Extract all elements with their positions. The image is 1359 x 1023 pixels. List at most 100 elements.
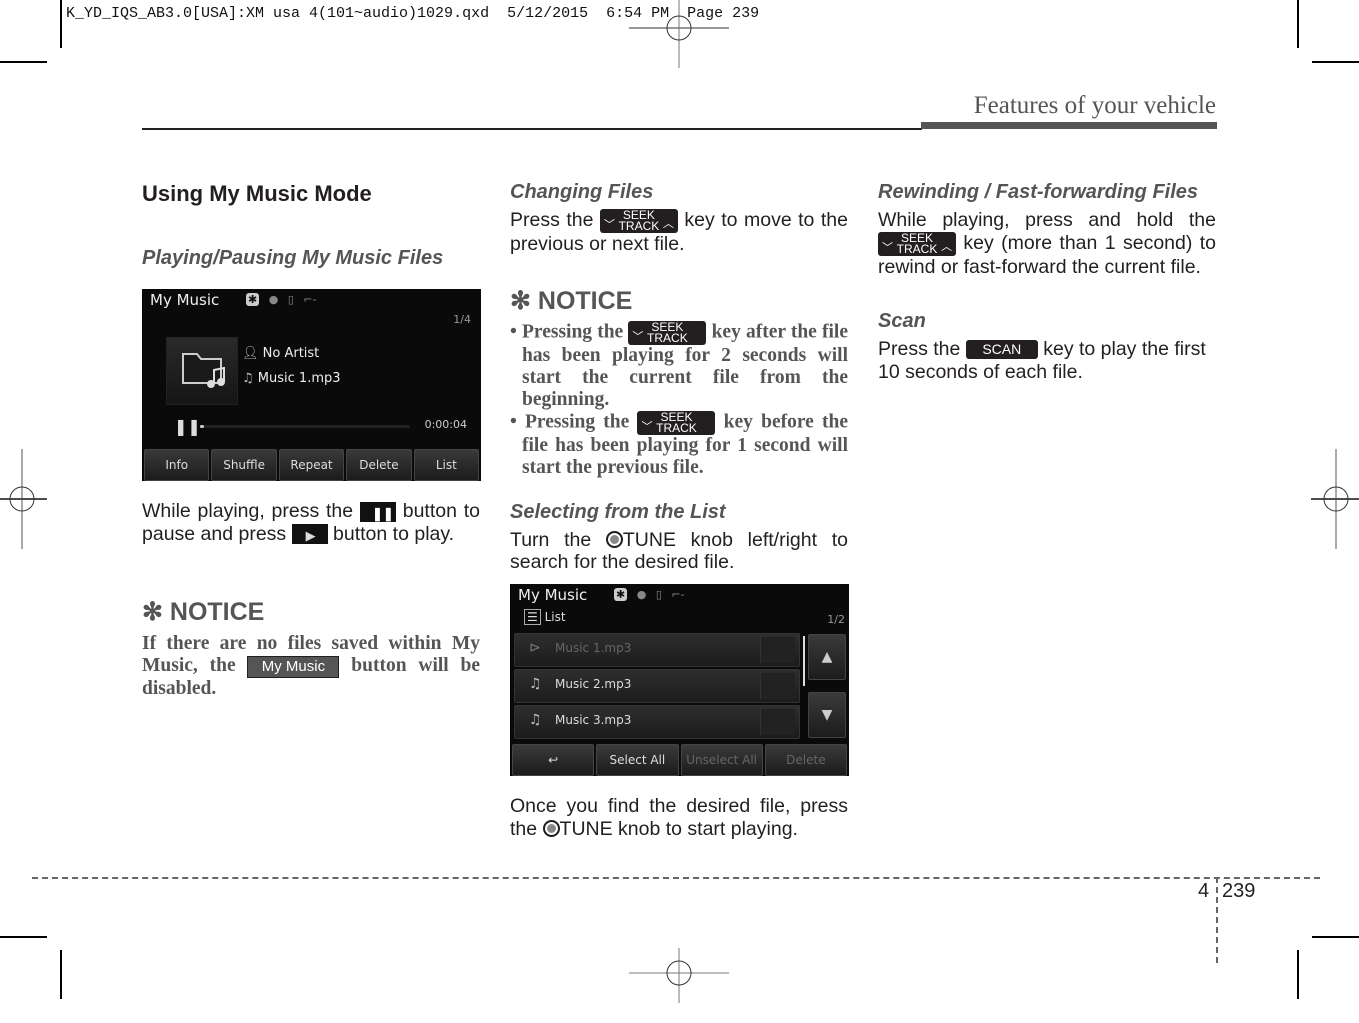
page-number: 239	[1222, 880, 1256, 902]
list-item-label: Music 3.mp3	[555, 713, 632, 727]
track-name: Music 1.mp3	[257, 371, 341, 386]
crop-mark	[1312, 936, 1359, 938]
crop-mark	[1312, 61, 1359, 63]
crop-mark	[60, 0, 62, 48]
pause-icon[interactable]: ❚❚	[174, 417, 201, 436]
registration-mark-icon	[629, 0, 729, 68]
person-icon: 👤︎	[242, 346, 259, 361]
screen-title: My Music	[150, 291, 220, 309]
registration-mark-icon	[1311, 449, 1359, 549]
footer-divider	[1216, 877, 1218, 963]
track-index: 1/4	[453, 313, 471, 326]
text: While playing, press the	[142, 500, 354, 522]
crop-mark	[0, 936, 47, 938]
delete-button[interactable]: Delete	[764, 744, 847, 776]
seek-track-key: ﹀ SEEK TRACK	[628, 320, 707, 345]
back-button[interactable]: ↩	[512, 744, 595, 776]
folder-music-icon	[182, 353, 225, 388]
checkbox[interactable]	[760, 709, 795, 735]
list-header: ☰ List	[524, 609, 566, 625]
changing-files-paragraph: Press the ﹀ SEEK TRACK ︿ key to move to the…	[510, 209, 848, 256]
tune-knob-icon	[605, 530, 623, 548]
unselect-all-button[interactable]: Unselect All	[680, 744, 763, 776]
list-label: List	[544, 610, 566, 624]
text: TUNE knob to start playing.	[559, 817, 798, 840]
subsection-heading: Selecting from the List	[510, 500, 726, 523]
column-2: Changing Files Press the ﹀ SEEK TRACK ︿ key…	[510, 181, 848, 574]
my-music-list-screen: My Music ✱ ● ▯ ⌐- ☰ List 1/2 ⊳ Music 1.m…	[510, 584, 849, 776]
list-item[interactable]: ⊳ Music 1.mp3	[514, 633, 800, 667]
notice-text: • Pressing the ﹀ SEEK TRACK key after the …	[510, 319, 849, 479]
chevron-up-icon: ︿	[662, 218, 674, 230]
column-3: Rewinding / Fast-forwarding Files While …	[878, 181, 1216, 383]
scan-paragraph: Press the SCAN key to play the first 10 …	[878, 338, 1216, 383]
chapter-number: 4	[1198, 880, 1210, 902]
my-music-playback-screen: My Music ✱ ● ▯ ⌐- 1/4 👤︎ No Artist ♫ Mus…	[142, 289, 481, 481]
header-rule-thick	[921, 122, 1217, 129]
aux-icon: ⌐-	[671, 588, 685, 601]
disc-icon: ●	[636, 588, 647, 601]
play-circle-icon: ⊳	[529, 640, 541, 656]
progress-fill	[200, 425, 205, 428]
select-all-button[interactable]: Select All	[596, 744, 679, 776]
running-head: Features of your vehicle	[973, 92, 1216, 119]
section-title: Using My Music Mode	[142, 181, 372, 206]
screen-title: My Music	[518, 586, 588, 604]
subsection-heading: Changing Files	[510, 181, 654, 203]
seek-track-key: ﹀ SEEK TRACK ︿	[878, 231, 956, 256]
playback-button-bar: Info Shuffle Repeat Delete List	[142, 449, 481, 481]
play-pause-paragraph: While playing, press the ❚❚ button to pa…	[142, 500, 480, 545]
list-button-bar: ↩ Select All Unselect All Delete	[510, 744, 849, 776]
rewind-paragraph: While playing, press and hold the ﹀ SEEK T…	[878, 209, 1216, 278]
crop-mark	[1297, 0, 1299, 48]
my-music-key: My Music	[247, 655, 340, 678]
delete-button[interactable]: Delete	[346, 449, 412, 481]
list-item[interactable]: ♫ Music 2.mp3	[514, 669, 800, 703]
list-item-label: Music 2.mp3	[555, 677, 632, 691]
scroll-up-button[interactable]: ▲	[808, 634, 846, 680]
notice-bullet: • Pressing the ﹀ SEEK TRACK key after the …	[510, 319, 848, 410]
list-item[interactable]: ♫ Music 3.mp3	[514, 705, 800, 739]
notice-heading: ✻ NOTICE	[142, 598, 265, 626]
notice-heading: ✻ NOTICE	[510, 286, 633, 315]
shuffle-button[interactable]: Shuffle	[211, 449, 277, 481]
scroll-down-button[interactable]: ▼	[808, 692, 846, 738]
aux-icon: ⌐-	[303, 293, 317, 306]
header-rule	[142, 128, 922, 130]
page-index: 1/2	[827, 613, 845, 626]
bluetooth-icon: ✱	[246, 293, 260, 306]
text: While playing, press and hold the	[878, 209, 1216, 231]
list-button[interactable]: List	[413, 449, 480, 481]
elapsed-time: 0:00:04	[424, 418, 467, 431]
registration-mark-icon	[629, 948, 729, 1003]
list-icon: ☰	[524, 609, 541, 625]
disc-icon: ●	[268, 293, 279, 306]
text: button to play.	[333, 522, 455, 545]
subsection-heading: Rewinding / Fast-forwarding Files	[878, 181, 1199, 203]
checkbox[interactable]	[760, 637, 795, 663]
list-item-label: Music 1.mp3	[555, 641, 632, 655]
play-key-icon: ▶	[291, 524, 328, 545]
chevron-up-icon: ︿	[941, 240, 952, 253]
subsection-heading: Scan	[878, 310, 926, 332]
once-found-paragraph: Once you find the desired file, press th…	[510, 795, 848, 840]
crop-mark	[1297, 950, 1299, 999]
crop-mark	[60, 950, 62, 999]
selecting-paragraph: Turn the TUNE knob left/right to search …	[510, 529, 848, 574]
checkbox[interactable]	[760, 673, 795, 699]
status-icons: ✱ ● ▯ ⌐-	[614, 588, 685, 601]
progress-bar[interactable]	[200, 425, 410, 428]
music-note-icon: ♫	[529, 712, 542, 728]
music-note-icon: ♫	[242, 371, 254, 386]
scan-key: SCAN	[965, 340, 1038, 360]
usb-icon: ▯	[655, 588, 662, 601]
scrollbar[interactable]	[803, 636, 805, 686]
text: Press the	[878, 338, 961, 360]
track-row: ♫ Music 1.mp3	[242, 371, 341, 386]
notice-bullet: • Pressing the ﹀ SEEK TRACK key before the…	[510, 409, 849, 478]
column-1: Using My Music Mode Playing/Pausing My M…	[142, 181, 480, 270]
info-button[interactable]: Info	[144, 449, 210, 481]
pause-key-icon: ❚❚	[359, 501, 396, 522]
bluetooth-icon: ✱	[614, 588, 628, 601]
repeat-button[interactable]: Repeat	[278, 449, 345, 481]
